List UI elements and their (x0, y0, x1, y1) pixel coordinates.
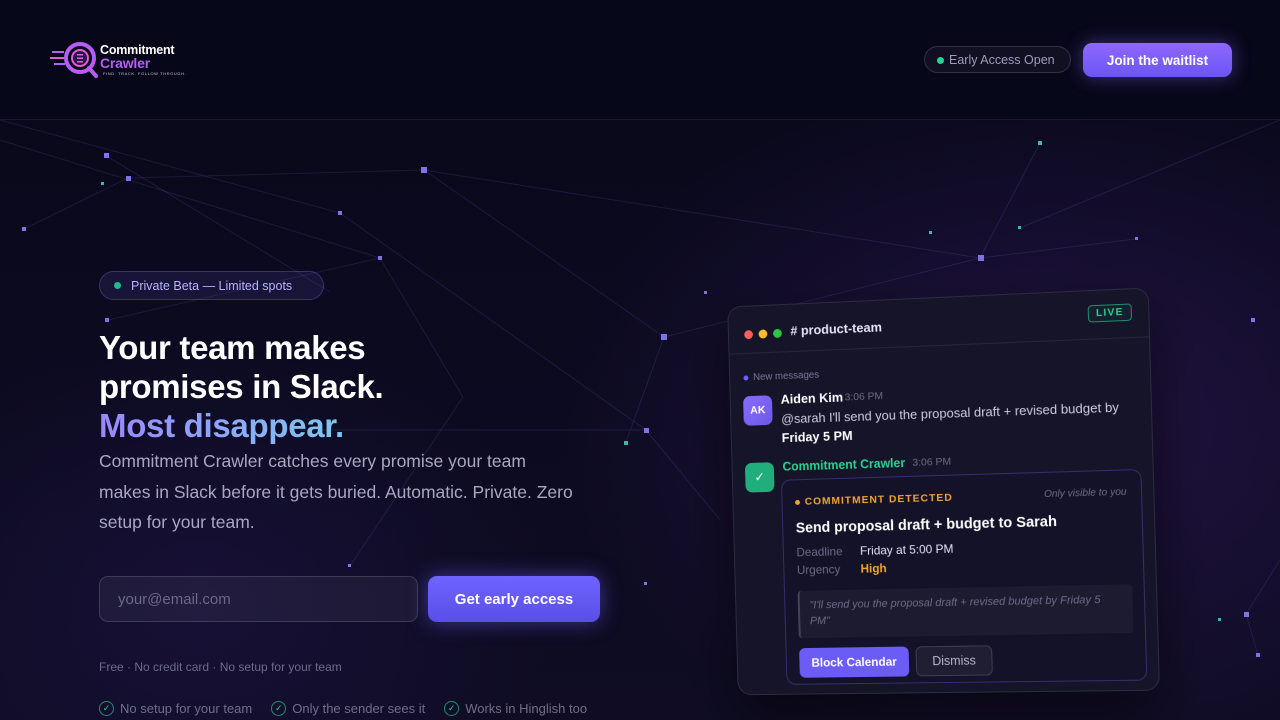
fine-print: Free · No credit card · No setup for you… (99, 660, 342, 674)
dismiss-button[interactable]: Dismiss (915, 645, 992, 676)
new-messages-divider: New messages (743, 370, 819, 384)
check-label: Works in Hinglish too (465, 701, 587, 716)
early-access-status-pill: Early Access Open (924, 46, 1071, 73)
private-beta-label: Private Beta — Limited spots (131, 279, 292, 293)
bot-avatar-check-icon: ✓ (745, 462, 775, 492)
new-messages-dot-icon (743, 375, 748, 380)
minimize-dot-icon (759, 329, 768, 338)
feature-checklist: ✓ No setup for your team ✓ Only the send… (99, 701, 587, 716)
beta-status-dot-icon (114, 282, 121, 289)
close-dot-icon (744, 330, 753, 339)
maximize-dot-icon (773, 329, 782, 338)
brand-tagline: FIND. TRACK. FOLLOW THROUGH. (103, 71, 186, 76)
message-author: Aiden Kim (780, 390, 843, 407)
check-item: ✓ Only the sender sees it (271, 701, 425, 716)
deadline-value: Friday at 5:00 PM (860, 542, 954, 558)
visibility-note: Only visible to you (1044, 487, 1127, 500)
window-controls (744, 329, 782, 339)
brand-name-line2: Crawler (100, 55, 150, 71)
slack-preview-card: # product-team LIVE New messages AK Aide… (727, 287, 1160, 695)
early-access-status-label: Early Access Open (949, 53, 1055, 67)
top-navbar: Commitment Crawler FIND. TRACK. FOLLOW T… (0, 0, 1280, 120)
brand-logo[interactable]: Commitment Crawler FIND. TRACK. FOLLOW T… (50, 38, 190, 82)
status-dot-icon (937, 57, 944, 64)
join-waitlist-button[interactable]: Join the waitlist (1083, 43, 1232, 77)
urgency-value: High (860, 561, 887, 575)
avatar: AK (743, 395, 773, 426)
warning-dot-icon (795, 499, 800, 504)
hero-subtext: Commitment Crawler catches every promise… (99, 446, 579, 538)
commitment-detected-label: COMMITMENT DETECTED (795, 492, 953, 508)
get-early-access-button[interactable]: Get early access (428, 576, 600, 622)
deadline-row: Deadline Friday at 5:00 PM (796, 542, 953, 560)
new-messages-label: New messages (753, 370, 819, 383)
hero-headline: Your team makes promises in Slack. Most … (99, 328, 383, 445)
bot-name: Commitment Crawler (782, 456, 905, 474)
check-label: Only the sender sees it (292, 701, 425, 716)
commitment-title: Send proposal draft + budget to Sarah (796, 514, 1058, 537)
block-calendar-button[interactable]: Block Calendar (799, 647, 909, 678)
deadline-key: Deadline (796, 544, 857, 559)
commitment-detected-panel: COMMITMENT DETECTED Only visible to you … (781, 469, 1147, 685)
message-deadline: Friday 5 PM (782, 428, 853, 445)
email-input[interactable] (99, 576, 418, 622)
source-quote: "I'll send you the proposal draft + revi… (798, 584, 1134, 638)
magnifier-logo-icon (50, 38, 102, 80)
message-time: 3:06 PM (845, 390, 884, 403)
check-item: ✓ Works in Hinglish too (444, 701, 587, 716)
bot-message-time: 3:06 PM (912, 456, 951, 469)
check-item: ✓ No setup for your team (99, 701, 252, 716)
check-label: No setup for your team (120, 701, 252, 716)
checkmark-icon: ✓ (99, 701, 114, 716)
live-badge: LIVE (1088, 303, 1132, 322)
detected-label-text: COMMITMENT DETECTED (805, 492, 953, 508)
private-beta-badge: Private Beta — Limited spots (99, 271, 324, 300)
headline-line-2: promises in Slack. (99, 368, 383, 405)
checkmark-icon: ✓ (271, 701, 286, 716)
urgency-key: Urgency (797, 562, 858, 577)
slack-window: # product-team LIVE New messages AK Aide… (727, 287, 1160, 695)
urgency-row: Urgency High (797, 561, 887, 577)
checkmark-icon: ✓ (444, 701, 459, 716)
headline-accent: Most disappear. (99, 407, 344, 444)
channel-name: # product-team (790, 319, 882, 338)
headline-line-1: Your team makes (99, 329, 365, 366)
